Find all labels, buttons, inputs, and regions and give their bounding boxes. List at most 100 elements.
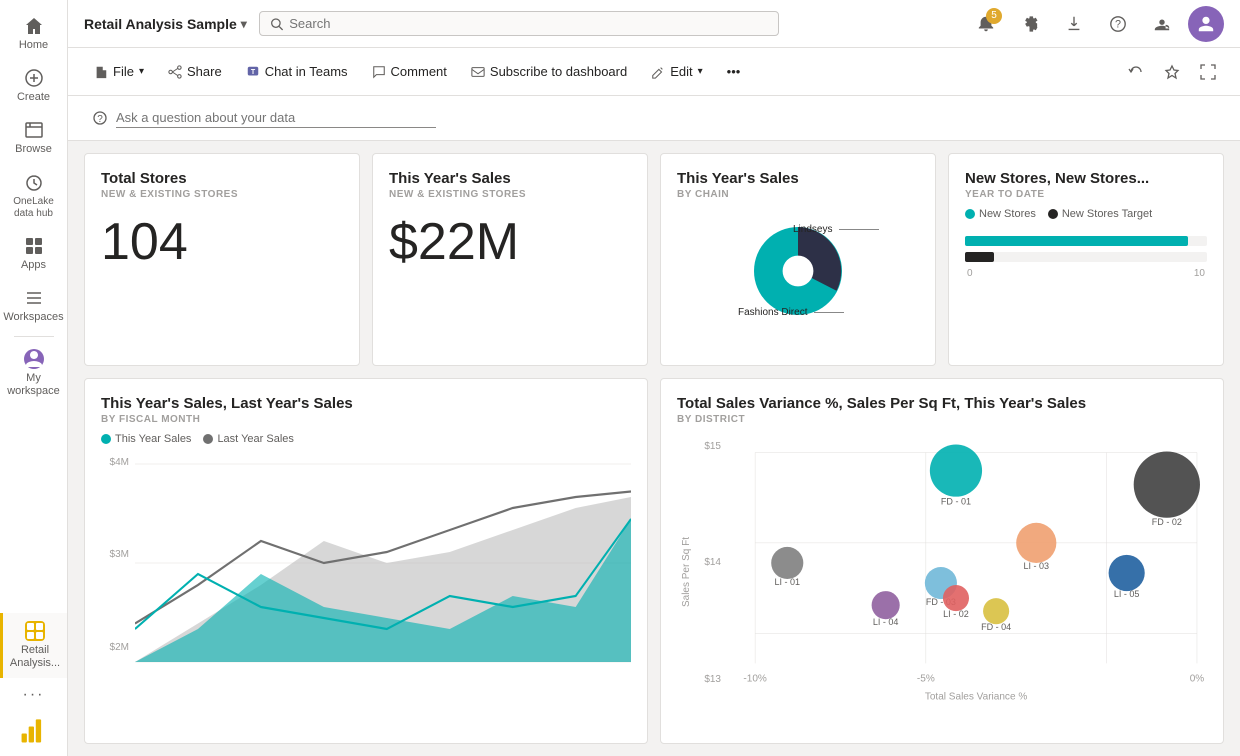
teams-icon: T: [246, 65, 260, 79]
tile-total-stores[interactable]: Total Stores NEW & EXISTING STORES 104: [84, 153, 360, 366]
new-stores-legend1: New Stores: [965, 208, 1036, 220]
favorite-btn[interactable]: [1156, 56, 1188, 88]
svg-text:LI - 04: LI - 04: [873, 617, 899, 627]
settings-btn[interactable]: [1012, 6, 1048, 42]
axis-min: 0: [967, 268, 973, 279]
notification-badge: 5: [986, 8, 1002, 24]
new-stores-legend2: New Stores Target: [1048, 208, 1152, 220]
file-label: File: [113, 64, 134, 79]
this-years-sales-subtitle: NEW & EXISTING STORES: [389, 189, 631, 200]
sidebar-item-my-workspace[interactable]: My workspace: [0, 341, 67, 406]
dashboard: Total Stores NEW & EXISTING STORES 104 T…: [68, 141, 1240, 756]
search-input[interactable]: [289, 16, 768, 31]
qa-input[interactable]: [116, 108, 436, 128]
download-btn[interactable]: [1056, 6, 1092, 42]
comment-icon: [372, 65, 386, 79]
sidebar-myworkspace-label: My workspace: [4, 372, 63, 398]
search-bar[interactable]: [259, 11, 779, 36]
this-years-sales-title: This Year's Sales: [389, 170, 631, 187]
svg-text:T: T: [251, 68, 256, 75]
svg-text:LI - 01: LI - 01: [774, 577, 800, 587]
powerbi-logo: [16, 712, 52, 748]
scatter-y-axis-label: Sales Per Sq Ft: [681, 537, 692, 607]
sidebar-item-create[interactable]: Create: [0, 60, 67, 112]
sidebar-item-retail-analysis[interactable]: Retail Analysis...: [0, 613, 67, 678]
file-chevron: ▾: [139, 66, 144, 77]
share-label: Share: [187, 64, 222, 79]
svg-text:LI - 03: LI - 03: [1024, 560, 1050, 570]
sidebar-apps-label: Apps: [21, 259, 46, 272]
scatter-subtitle: BY DISTRICT: [677, 414, 1207, 425]
pie-label-fashions: Fashions Direct: [738, 307, 807, 318]
tile-line-chart[interactable]: This Year's Sales, Last Year's Sales BY …: [84, 378, 648, 745]
by-chain-title: This Year's Sales: [677, 170, 919, 187]
svg-text:LI - 02: LI - 02: [943, 609, 969, 619]
sidebar-browse-label: Browse: [15, 143, 52, 156]
edit-icon: [651, 65, 665, 79]
sidebar-home-label: Home: [19, 39, 48, 52]
fullscreen-btn[interactable]: [1192, 56, 1224, 88]
file-btn[interactable]: File ▾: [84, 58, 154, 85]
tile-new-stores[interactable]: New Stores, New Stores... YEAR TO DATE N…: [948, 153, 1224, 366]
sidebar-more-btn[interactable]: ···: [0, 678, 67, 712]
user-avatar[interactable]: [1188, 6, 1224, 42]
chat-teams-btn[interactable]: T Chat in Teams: [236, 58, 358, 85]
edit-chevron: ▾: [698, 66, 703, 77]
share-icon: [168, 65, 182, 79]
subscribe-label: Subscribe to dashboard: [490, 64, 627, 79]
sidebar: Home Create Browse OneLakedata hub Apps …: [0, 0, 68, 756]
axis-max: 10: [1194, 268, 1205, 279]
line-chart-subtitle: BY FISCAL MONTH: [101, 414, 631, 425]
sidebar-retail-label: Retail Analysis...: [7, 644, 63, 670]
app-title[interactable]: Retail Analysis Sample ▾: [84, 16, 247, 32]
qa-bar: ?: [68, 96, 1240, 141]
subscribe-icon: [471, 65, 485, 79]
share-people-btn[interactable]: [1144, 6, 1180, 42]
sidebar-item-browse[interactable]: Browse: [0, 112, 67, 164]
y-min-label: $2M: [110, 642, 129, 653]
sidebar-onelake-label: OneLakedata hub: [13, 196, 54, 220]
svg-text:?: ?: [97, 114, 103, 125]
sidebar-create-label: Create: [17, 91, 50, 104]
chat-label: Chat in Teams: [265, 64, 348, 79]
new-stores-title: New Stores, New Stores...: [965, 170, 1207, 187]
svg-text:FD - 02: FD - 02: [1152, 516, 1182, 526]
svg-text:-5%: -5%: [917, 673, 935, 684]
sidebar-item-home[interactable]: Home: [0, 8, 67, 60]
share-btn[interactable]: Share: [158, 58, 232, 85]
tile-scatter[interactable]: Total Sales Variance %, Sales Per Sq Ft,…: [660, 378, 1224, 745]
tile-this-years-sales[interactable]: This Year's Sales NEW & EXISTING STORES …: [372, 153, 648, 366]
new-stores-subtitle: YEAR TO DATE: [965, 189, 1207, 200]
y-mid-label: $3M: [110, 549, 129, 560]
sidebar-item-workspaces[interactable]: Workspaces: [0, 280, 67, 332]
edit-btn[interactable]: Edit ▾: [641, 58, 712, 85]
chevron-down-icon: ▾: [241, 17, 247, 31]
sidebar-item-apps[interactable]: Apps: [0, 228, 67, 280]
more-btn[interactable]: •••: [717, 58, 751, 85]
scatter-title: Total Sales Variance %, Sales Per Sq Ft,…: [677, 395, 1207, 412]
sidebar-item-onelake[interactable]: OneLakedata hub: [0, 165, 67, 228]
line-legend1: This Year Sales: [101, 433, 191, 445]
svg-text:0%: 0%: [1190, 673, 1205, 684]
pie-label-lindseys: Lindseys: [793, 224, 832, 235]
svg-text:-10%: -10%: [743, 673, 766, 684]
subscribe-btn[interactable]: Subscribe to dashboard: [461, 58, 637, 85]
notification-btn[interactable]: 5: [968, 6, 1004, 42]
pie-chart-container: Lindseys Fashions Direct: [677, 208, 919, 334]
this-years-sales-value: $22M: [389, 216, 631, 268]
sidebar-workspaces-label: Workspaces: [3, 311, 63, 324]
help-btn[interactable]: ?: [1100, 6, 1136, 42]
total-stores-subtitle: NEW & EXISTING STORES: [101, 189, 343, 200]
toolbar: File ▾ Share T Chat in Teams Comment Sub…: [68, 48, 1240, 96]
total-stores-title: Total Stores: [101, 170, 343, 187]
svg-text:LI - 05: LI - 05: [1114, 589, 1140, 599]
svg-text:?: ?: [1115, 18, 1121, 30]
comment-btn[interactable]: Comment: [362, 58, 457, 85]
by-chain-subtitle: BY CHAIN: [677, 189, 919, 200]
svg-text:Total Sales Variance %: Total Sales Variance %: [925, 691, 1027, 702]
tile-by-chain[interactable]: This Year's Sales BY CHAIN Lindseys: [660, 153, 936, 366]
y-max-label: $4M: [110, 457, 129, 468]
line-chart-title: This Year's Sales, Last Year's Sales: [101, 395, 631, 412]
refresh-btn[interactable]: [1120, 56, 1152, 88]
edit-label: Edit: [670, 64, 692, 79]
